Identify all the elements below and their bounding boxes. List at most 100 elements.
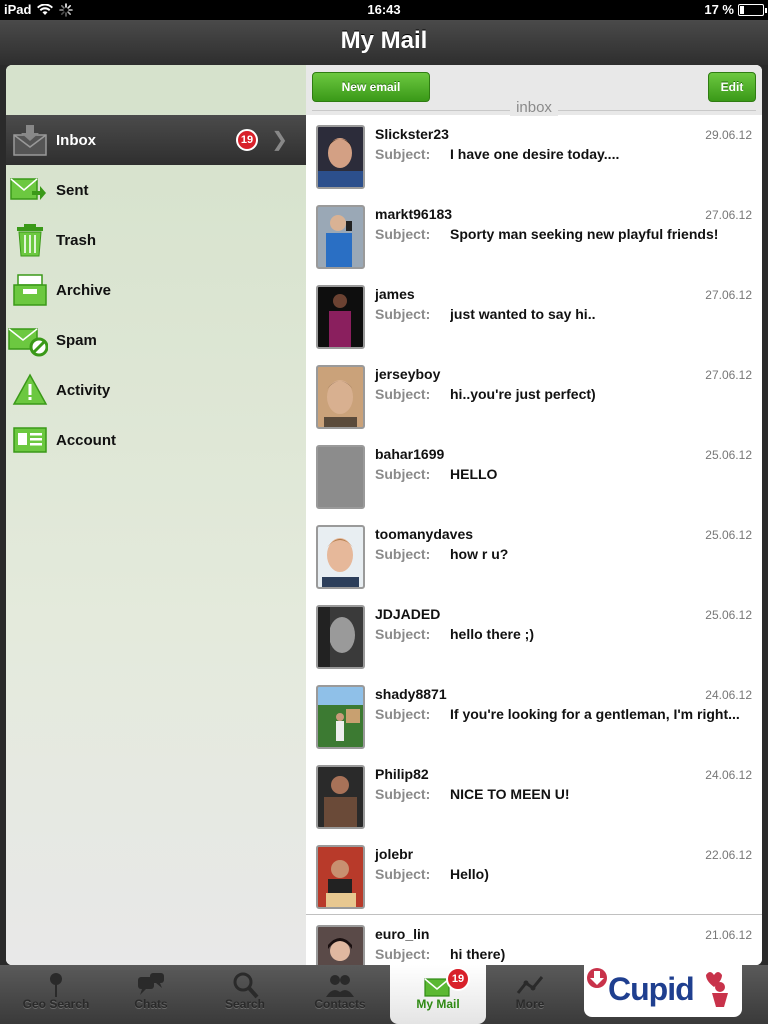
sent-icon (10, 178, 46, 200)
message-row[interactable]: markt96183 27.06.12 Subject: Sporty man … (306, 195, 762, 275)
sidebar-item-account[interactable]: Account (6, 415, 306, 465)
inbox-pane: New email Edit inbox Slickster23 29.06.1… (306, 65, 762, 965)
tab-label: Geo Search (22, 997, 90, 1011)
message-row[interactable]: Slickster23 29.06.12 Subject: I have one… (306, 115, 762, 195)
more-chart-icon (516, 976, 544, 994)
message-row[interactable]: jerseyboy 27.06.12 Subject: hi..you're j… (306, 355, 762, 435)
tab-chats[interactable]: Chats (103, 965, 199, 1024)
sidebar-item-inbox[interactable]: Inbox 19 ❯ (6, 115, 306, 165)
message-date: 24.06.12 (705, 688, 752, 702)
page-title: My Mail (340, 27, 428, 54)
message-row[interactable]: Philip82 24.06.12 Subject: NICE TO MEEN … (306, 755, 762, 835)
sidebar-item-trash[interactable]: Trash (6, 215, 306, 265)
sidebar-item-label: Spam (56, 331, 97, 349)
avatar (316, 525, 365, 589)
avatar (316, 285, 365, 349)
clock: 16:43 (367, 2, 401, 17)
message-row[interactable]: JDJADED 25.06.12 Subject: hello there ;) (306, 595, 762, 675)
tab-label: Search (224, 997, 266, 1011)
subject-text: If you're looking for a gentleman, I'm r… (450, 706, 740, 722)
sender-name: toomanydaves (375, 526, 474, 542)
subject-label: Subject: (375, 866, 431, 882)
map-pin-icon (50, 973, 62, 997)
sender-name: euro_lin (375, 926, 430, 942)
subject-text: Sporty man seeking new playful friends! (450, 226, 719, 242)
mail-panel: Inbox 19 ❯ Sent Trash Archive Spam Activ… (6, 65, 762, 965)
logo-text: Cupid (608, 971, 695, 1007)
subject-text: hello there ;) (450, 626, 535, 642)
message-date: 27.06.12 (705, 288, 752, 302)
archive-icon (13, 274, 47, 306)
spam-icon (8, 328, 48, 357)
tab-search[interactable]: Search (197, 965, 293, 1024)
subject-label: Subject: (375, 546, 431, 562)
sidebar-item-label: Trash (56, 231, 97, 249)
sender-name: Philip82 (375, 766, 429, 782)
folder-title: inbox (510, 99, 558, 116)
message-date: 27.06.12 (705, 208, 752, 222)
tab-label: Chats (134, 997, 168, 1011)
message-date: 27.06.12 (705, 368, 752, 382)
avatar (316, 605, 365, 669)
avatar (316, 765, 365, 829)
sender-name: markt96183 (375, 206, 453, 222)
subject-label: Subject: (375, 706, 431, 722)
avatar (316, 845, 365, 909)
message-row[interactable]: james 27.06.12 Subject: just wanted to s… (306, 275, 762, 355)
sender-name: shady8871 (375, 686, 447, 702)
sender-name: james (375, 286, 415, 302)
subject-label: Subject: (375, 626, 431, 642)
inbox-icon (13, 125, 47, 156)
tab-my-mail[interactable]: 19 My Mail (390, 965, 486, 1024)
sender-name: jerseyboy (375, 366, 441, 382)
sidebar-item-label: Archive (56, 281, 112, 299)
cupid-figure-icon (706, 972, 728, 1007)
message-date: 25.06.12 (705, 608, 752, 622)
warning-icon (12, 373, 48, 405)
subject-label: Subject: (375, 466, 431, 482)
cupid-logo[interactable]: Cupid (584, 965, 742, 1017)
sidebar-item-activity[interactable]: Activity (6, 365, 306, 415)
sidebar-item-sent[interactable]: Sent (6, 165, 306, 215)
subject-text: NICE TO MEEN U! (450, 786, 570, 802)
tab-contacts[interactable]: Contacts (292, 965, 388, 1024)
sidebar-item-spam[interactable]: Spam (6, 315, 306, 365)
chat-bubbles-icon (138, 973, 164, 995)
unread-count-badge: 19 (236, 129, 258, 151)
sidebar-item-label: Sent (56, 181, 89, 199)
sidebar-item-label: Inbox (56, 131, 96, 149)
message-row[interactable]: toomanydaves 25.06.12 Subject: how r u? (306, 515, 762, 595)
message-date: 25.06.12 (705, 528, 752, 542)
subject-label: Subject: (375, 146, 431, 162)
tab-label: My Mail (416, 997, 460, 1011)
download-arrow-icon (587, 968, 607, 988)
subject-text: hi there) (450, 946, 506, 962)
nav-header: My Mail (0, 20, 768, 65)
message-date: 25.06.12 (705, 448, 752, 462)
message-row[interactable]: bahar1699 25.06.12 Subject: HELLO (306, 435, 762, 515)
sidebar-item-archive[interactable]: Archive (6, 265, 306, 315)
subject-text: just wanted to say hi.. (450, 306, 596, 322)
new-email-button[interactable]: New email (312, 72, 430, 102)
avatar (316, 365, 365, 429)
message-row[interactable]: shady8871 24.06.12 Subject: If you're lo… (306, 675, 762, 755)
chevron-right-icon: ❯ (271, 129, 288, 151)
sidebar-item-label: Activity (56, 381, 111, 399)
edit-button[interactable]: Edit (708, 72, 756, 102)
subject-label: Subject: (375, 946, 431, 962)
folder-sidebar: Inbox 19 ❯ Sent Trash Archive Spam Activ… (6, 65, 306, 965)
inbox-toolbar: New email Edit inbox (306, 65, 762, 116)
subject-label: Subject: (375, 306, 431, 322)
message-date: 21.06.12 (705, 928, 752, 942)
account-card-icon (13, 427, 47, 453)
tab-more[interactable]: More (482, 965, 578, 1024)
message-row[interactable]: jolebr 22.06.12 Subject: Hello) (306, 835, 762, 915)
subject-text: HELLO (450, 466, 498, 482)
sender-name: jolebr (375, 846, 414, 862)
magnifier-icon (233, 972, 259, 999)
tab-geo-search[interactable]: Geo Search (8, 965, 104, 1024)
sender-name: Slickster23 (375, 126, 449, 142)
message-row[interactable]: euro_lin 21.06.12 Subject: hi there) (306, 915, 762, 965)
sidebar-item-label: Account (56, 431, 116, 449)
avatar (316, 925, 365, 965)
